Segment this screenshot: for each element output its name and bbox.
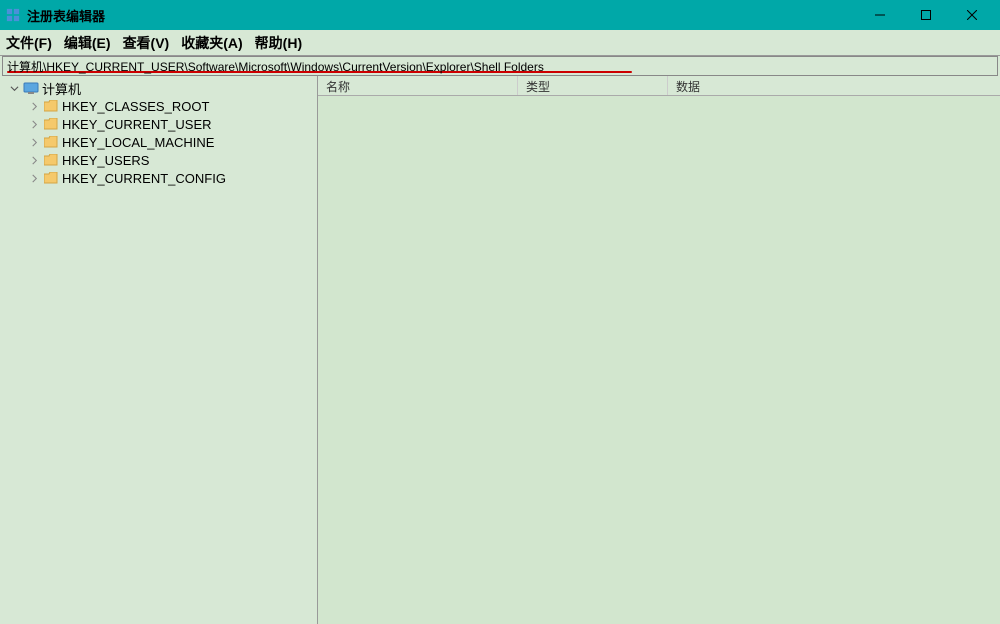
expander-right-icon[interactable] [28, 138, 40, 147]
list-pane: 名称 类型 数据 [318, 76, 1000, 624]
tree-hive-users[interactable]: HKEY_USERS [0, 151, 317, 169]
tree-hive-current-user[interactable]: HKEY_CURRENT_USER [0, 115, 317, 133]
folder-icon [43, 135, 59, 149]
maximize-button[interactable] [903, 0, 949, 30]
tree-item-label: HKEY_LOCAL_MACHINE [62, 135, 214, 150]
addressbar[interactable]: 计算机\HKEY_CURRENT_USER\Software\Microsoft… [2, 56, 998, 76]
app-icon [5, 7, 21, 23]
tree-item-label: HKEY_CURRENT_USER [62, 117, 212, 132]
folder-icon [43, 117, 59, 131]
tree-hive-classes-root[interactable]: HKEY_CLASSES_ROOT [0, 97, 317, 115]
menu-favorites[interactable]: 收藏夹(A) [181, 33, 242, 53]
expander-right-icon[interactable] [28, 156, 40, 165]
computer-icon [23, 81, 39, 95]
tree-item-label: HKEY_CURRENT_CONFIG [62, 171, 226, 186]
column-header-data[interactable]: 数据 [668, 76, 1000, 95]
tree-item-label: HKEY_CLASSES_ROOT [62, 99, 209, 114]
tree-item-label: HKEY_USERS [62, 153, 149, 168]
menu-view[interactable]: 查看(V) [123, 33, 170, 53]
tree-hive-current-config[interactable]: HKEY_CURRENT_CONFIG [0, 169, 317, 187]
menubar: 文件(F) 编辑(E) 查看(V) 收藏夹(A) 帮助(H) [0, 30, 1000, 56]
folder-icon [43, 99, 59, 113]
expander-right-icon[interactable] [28, 102, 40, 111]
folder-icon [43, 171, 59, 185]
list-body[interactable] [318, 96, 1000, 624]
window-controls [857, 0, 995, 30]
tree-root-computer[interactable]: 计算机 [0, 79, 317, 97]
tree-hive-local-machine[interactable]: HKEY_LOCAL_MACHINE [0, 133, 317, 151]
addressbar-path: 计算机\HKEY_CURRENT_USER\Software\Microsoft… [7, 58, 544, 75]
menu-edit[interactable]: 编辑(E) [64, 33, 111, 53]
expander-right-icon[interactable] [28, 174, 40, 183]
expander-down-icon[interactable] [8, 84, 20, 93]
column-header-name[interactable]: 名称 [318, 76, 518, 95]
tree-pane[interactable]: 计算机 HKEY_CLASSES_ROOT HKEY_CURRENT_USER [0, 76, 318, 624]
minimize-button[interactable] [857, 0, 903, 30]
tree-root-label: 计算机 [42, 79, 81, 98]
column-header-type[interactable]: 类型 [518, 76, 668, 95]
menu-help[interactable]: 帮助(H) [255, 33, 302, 53]
menu-file[interactable]: 文件(F) [6, 33, 52, 53]
close-button[interactable] [949, 0, 995, 30]
expander-right-icon[interactable] [28, 120, 40, 129]
list-header: 名称 类型 数据 [318, 76, 1000, 96]
titlebar: 注册表编辑器 [0, 0, 1000, 30]
window-title: 注册表编辑器 [27, 6, 857, 25]
folder-icon [43, 153, 59, 167]
content-area: 计算机 HKEY_CLASSES_ROOT HKEY_CURRENT_USER [0, 76, 1000, 624]
